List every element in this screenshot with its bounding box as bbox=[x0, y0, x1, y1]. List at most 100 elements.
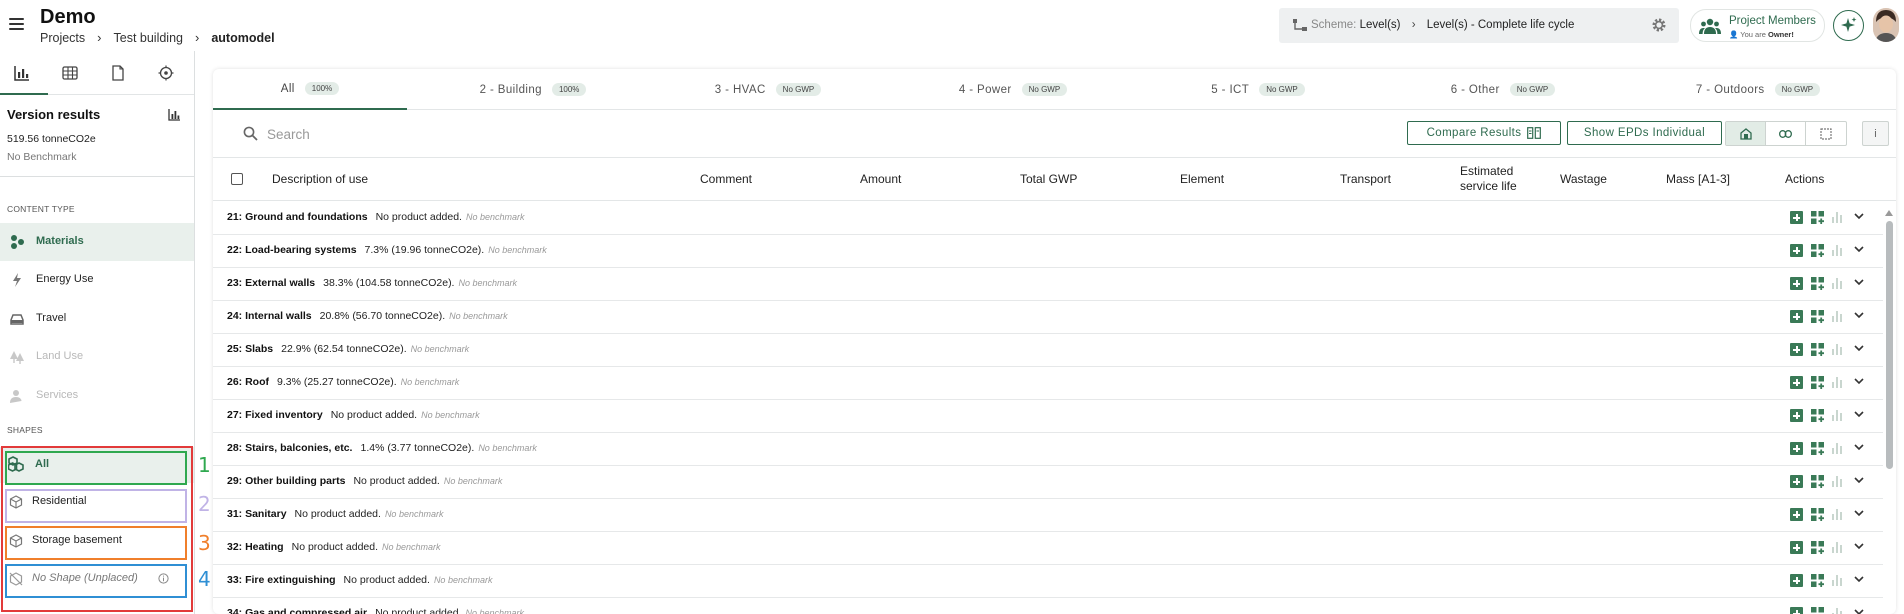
bar-chart-icon[interactable] bbox=[1831, 310, 1843, 322]
grid-add-icon[interactable] bbox=[1811, 310, 1824, 323]
table-row[interactable]: 25: Slabs 22.9% (62.54 tonneCO2e). No benc… bbox=[213, 334, 1883, 367]
tab-target[interactable] bbox=[144, 51, 192, 95]
vertical-scrollbar[interactable] bbox=[1884, 207, 1894, 614]
bar-chart-icon[interactable] bbox=[1831, 508, 1843, 520]
add-product-icon[interactable] bbox=[1790, 376, 1803, 389]
tab-document[interactable] bbox=[96, 51, 144, 95]
shape-all[interactable]: All bbox=[0, 447, 194, 483]
select-all-checkbox[interactable] bbox=[231, 173, 243, 185]
tab-power[interactable]: 4 - Power No GWP bbox=[923, 69, 1103, 110]
tab-hvac[interactable]: 3 - HVAC No GWP bbox=[678, 69, 858, 110]
avatar[interactable] bbox=[1873, 8, 1899, 42]
bar-chart-icon[interactable] bbox=[1831, 409, 1843, 421]
chevron-down-icon[interactable] bbox=[1854, 477, 1864, 484]
col-amount[interactable]: Amount bbox=[860, 172, 901, 186]
bar-chart-icon[interactable] bbox=[1831, 574, 1843, 586]
shape-unplaced[interactable]: No Shape (Unplaced) bbox=[0, 561, 194, 597]
ai-assistant-button[interactable] bbox=[1833, 10, 1864, 41]
add-product-icon[interactable] bbox=[1790, 211, 1803, 224]
grid-add-icon[interactable] bbox=[1811, 574, 1824, 587]
breadcrumb-model[interactable]: automodel bbox=[211, 31, 274, 45]
info-icon[interactable] bbox=[158, 573, 169, 584]
content-type-land-use[interactable]: Land Use bbox=[0, 338, 194, 376]
chevron-down-icon[interactable] bbox=[1854, 279, 1864, 286]
gear-icon[interactable] bbox=[1651, 17, 1667, 33]
tab-table[interactable] bbox=[48, 51, 96, 95]
grid-add-icon[interactable] bbox=[1811, 376, 1824, 389]
view-frame-toggle[interactable] bbox=[1806, 122, 1846, 145]
grid-add-icon[interactable] bbox=[1811, 475, 1824, 488]
bar-chart-icon[interactable] bbox=[1831, 376, 1843, 388]
col-mass[interactable]: Mass [A1-3] bbox=[1666, 172, 1730, 186]
tab-building[interactable]: 2 - Building 100% bbox=[443, 69, 623, 110]
chevron-down-icon[interactable] bbox=[1854, 576, 1864, 583]
chevron-down-icon[interactable] bbox=[1854, 510, 1864, 517]
bar-chart-icon[interactable] bbox=[1831, 475, 1843, 487]
grid-add-icon[interactable] bbox=[1811, 277, 1824, 290]
col-description[interactable]: Description of use bbox=[272, 172, 368, 186]
project-members-button[interactable]: Project Members 👤 You are Owner! bbox=[1690, 9, 1825, 42]
chevron-down-icon[interactable] bbox=[1854, 246, 1864, 253]
add-product-icon[interactable] bbox=[1790, 475, 1803, 488]
add-product-icon[interactable] bbox=[1790, 310, 1803, 323]
shape-residential[interactable]: Residential bbox=[0, 484, 194, 520]
grid-add-icon[interactable] bbox=[1811, 343, 1824, 356]
bar-chart-icon[interactable] bbox=[1831, 442, 1843, 454]
grid-add-icon[interactable] bbox=[1811, 442, 1824, 455]
breadcrumb-building[interactable]: Test building bbox=[114, 31, 184, 45]
table-row[interactable]: 22: Load-bearing systems 7.3% (19.96 tonn… bbox=[213, 235, 1883, 268]
table-row[interactable]: 29: Other building parts No product added… bbox=[213, 466, 1883, 499]
chevron-down-icon[interactable] bbox=[1854, 444, 1864, 451]
content-type-energy-use[interactable]: Energy Use bbox=[0, 261, 194, 299]
content-type-travel[interactable]: Travel bbox=[0, 300, 194, 338]
table-row[interactable]: 21: Ground and foundations No product add… bbox=[213, 202, 1883, 235]
bar-chart-icon[interactable] bbox=[1831, 244, 1843, 256]
view-link-toggle[interactable] bbox=[1766, 122, 1806, 145]
search-input[interactable] bbox=[267, 123, 767, 145]
add-product-icon[interactable] bbox=[1790, 508, 1803, 521]
col-service-life[interactable]: Estimated service life bbox=[1460, 164, 1517, 194]
table-row[interactable]: 31: Sanitary No product added. No benchmar… bbox=[213, 499, 1883, 532]
content-type-services[interactable]: Services bbox=[0, 377, 194, 415]
col-transport[interactable]: Transport bbox=[1340, 172, 1391, 186]
grid-add-icon[interactable] bbox=[1811, 244, 1824, 257]
chevron-down-icon[interactable] bbox=[1854, 609, 1864, 614]
tab-ict[interactable]: 5 - ICT No GWP bbox=[1168, 69, 1348, 110]
bar-chart-icon[interactable] bbox=[1831, 277, 1843, 289]
content-type-materials[interactable]: Materials bbox=[0, 223, 194, 261]
bar-chart-icon[interactable] bbox=[1831, 607, 1843, 614]
grid-add-icon[interactable] bbox=[1811, 508, 1824, 521]
view-building-toggle[interactable] bbox=[1726, 122, 1766, 145]
scroll-up-arrow[interactable] bbox=[1885, 210, 1893, 216]
info-button[interactable]: i bbox=[1862, 121, 1889, 146]
table-row[interactable]: 33: Fire extinguishing No product added. N… bbox=[213, 565, 1883, 598]
add-product-icon[interactable] bbox=[1790, 541, 1803, 554]
chevron-down-icon[interactable] bbox=[1854, 213, 1864, 220]
grid-add-icon[interactable] bbox=[1811, 409, 1824, 422]
scroll-thumb[interactable] bbox=[1886, 221, 1893, 469]
show-epds-button[interactable]: Show EPDs Individual bbox=[1567, 121, 1722, 145]
compare-results-button[interactable]: Compare Results bbox=[1407, 121, 1561, 145]
bar-chart-icon[interactable] bbox=[168, 108, 181, 121]
breadcrumb-projects[interactable]: Projects bbox=[40, 31, 85, 45]
shape-storage-basement[interactable]: Storage basement bbox=[0, 523, 194, 559]
chevron-down-icon[interactable] bbox=[1854, 378, 1864, 385]
table-row[interactable]: 26: Roof 9.3% (25.27 tonneCO2e). No benchm… bbox=[213, 367, 1883, 400]
add-product-icon[interactable] bbox=[1790, 607, 1803, 614]
chevron-down-icon[interactable] bbox=[1854, 543, 1864, 550]
table-row[interactable]: 24: Internal walls 20.8% (56.70 tonneCO2e… bbox=[213, 301, 1883, 334]
grid-add-icon[interactable] bbox=[1811, 211, 1824, 224]
menu-icon[interactable] bbox=[9, 18, 24, 30]
tab-outdoors[interactable]: 7 - Outdoors No GWP bbox=[1658, 69, 1858, 110]
add-product-icon[interactable] bbox=[1790, 409, 1803, 422]
table-row[interactable]: 32: Heating No product added. No benchmark bbox=[213, 532, 1883, 565]
grid-add-icon[interactable] bbox=[1811, 541, 1824, 554]
col-element[interactable]: Element bbox=[1180, 172, 1224, 186]
add-product-icon[interactable] bbox=[1790, 343, 1803, 356]
add-product-icon[interactable] bbox=[1790, 244, 1803, 257]
tab-other[interactable]: 6 - Other No GWP bbox=[1413, 69, 1593, 110]
add-product-icon[interactable] bbox=[1790, 277, 1803, 290]
bar-chart-icon[interactable] bbox=[1831, 211, 1843, 223]
chevron-down-icon[interactable] bbox=[1854, 345, 1864, 352]
scheme-selector[interactable]: Scheme: Level(s) › Level(s) - Complete l… bbox=[1279, 8, 1679, 43]
